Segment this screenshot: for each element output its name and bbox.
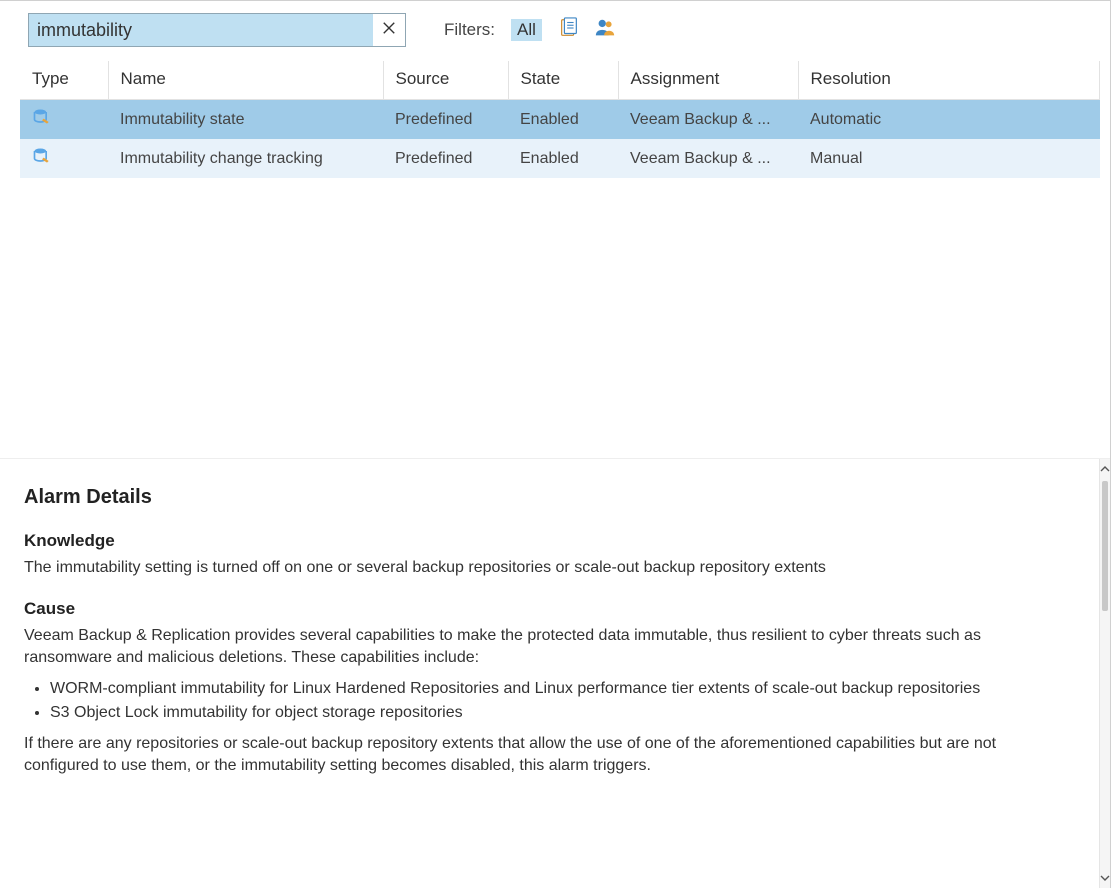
table-row[interactable]: Immutability change tracking Predefined …	[20, 139, 1100, 178]
cell-source: Predefined	[383, 139, 508, 178]
cell-name: Immutability state	[108, 100, 383, 140]
cause-after-text: If there are any repositories or scale-o…	[24, 733, 1059, 778]
cell-assignment: Veeam Backup & ...	[618, 139, 798, 178]
cell-resolution: Manual	[798, 139, 1100, 178]
col-header-name[interactable]: Name	[108, 61, 383, 100]
scrollbar-thumb[interactable]	[1102, 481, 1108, 611]
col-header-assignment[interactable]: Assignment	[618, 61, 798, 100]
filter-document-icon[interactable]	[558, 17, 580, 43]
cause-bullets: WORM-compliant immutability for Linux Ha…	[50, 678, 1059, 725]
list-item: S3 Object Lock immutability for object s…	[50, 702, 1059, 724]
cell-resolution: Automatic	[798, 100, 1100, 140]
cell-source: Predefined	[383, 100, 508, 140]
chevron-down-icon	[1100, 870, 1110, 887]
knowledge-text: The immutability setting is turned off o…	[24, 557, 1059, 579]
cell-state: Enabled	[508, 139, 618, 178]
table-row[interactable]: Immutability state Predefined Enabled Ve…	[20, 100, 1100, 140]
alarm-details-content: Alarm Details Knowledge The immutability…	[0, 459, 1099, 888]
details-scrollbar[interactable]	[1099, 459, 1110, 888]
scroll-down-button[interactable]	[1100, 868, 1110, 888]
col-header-resolution[interactable]: Resolution	[798, 61, 1100, 100]
cause-heading: Cause	[24, 597, 1059, 621]
chevron-up-icon	[1100, 461, 1110, 478]
alarm-type-icon	[32, 146, 52, 171]
alarms-table: Type Name Source State Assignment Resolu…	[20, 61, 1100, 178]
alarm-type-icon	[32, 107, 52, 132]
search-box[interactable]	[28, 13, 406, 47]
alarm-details-heading: Alarm Details	[24, 483, 1059, 511]
cell-name: Immutability change tracking	[108, 139, 383, 178]
alarms-table-container: Type Name Source State Assignment Resolu…	[0, 61, 1110, 178]
search-input[interactable]	[29, 18, 373, 43]
search-clear-button[interactable]	[373, 14, 405, 46]
close-icon	[382, 21, 396, 39]
cause-text: Veeam Backup & Replication provides seve…	[24, 625, 1059, 670]
cell-assignment: Veeam Backup & ...	[618, 100, 798, 140]
filter-user-icon[interactable]	[594, 17, 616, 43]
cell-state: Enabled	[508, 100, 618, 140]
knowledge-heading: Knowledge	[24, 529, 1059, 553]
scroll-up-button[interactable]	[1100, 459, 1110, 479]
table-header-row: Type Name Source State Assignment Resolu…	[20, 61, 1100, 100]
filter-chip-all[interactable]: All	[511, 19, 542, 41]
col-header-state[interactable]: State	[508, 61, 618, 100]
col-header-source[interactable]: Source	[383, 61, 508, 100]
toolbar: Filters: All	[0, 1, 1110, 61]
list-item: WORM-compliant immutability for Linux Ha…	[50, 678, 1059, 700]
filters-label: Filters:	[444, 20, 495, 40]
filter-icons	[558, 17, 616, 43]
col-header-type[interactable]: Type	[20, 61, 108, 100]
alarm-details-panel: Alarm Details Knowledge The immutability…	[0, 459, 1110, 888]
